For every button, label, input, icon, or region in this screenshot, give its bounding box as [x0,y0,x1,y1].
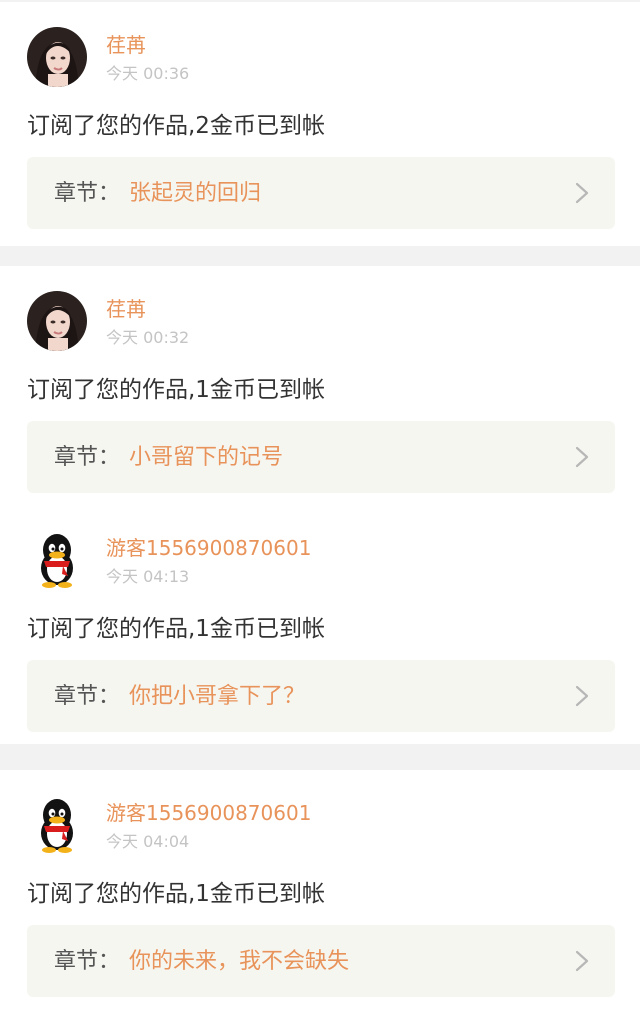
chapter-link[interactable]: 章节： 小哥留下的记号 [27,421,615,493]
chevron-right-icon [575,685,589,707]
chapter-prefix: 章节： [54,445,121,470]
timestamp: 今天 04:04 [106,832,190,851]
user-avatar[interactable] [27,795,87,855]
chapter-title: 张起灵的回归 [129,181,262,206]
user-avatar[interactable] [27,530,87,590]
chapter-title: 小哥留下的记号 [129,445,284,470]
chapter-prefix: 章节： [54,684,121,709]
subscription-message: 订阅了您的作品,1金币已到帐 [27,616,325,642]
timestamp: 今天 00:36 [106,64,190,83]
timestamp: 今天 04:13 [106,567,190,586]
subscription-message: 订阅了您的作品,1金币已到帐 [27,881,325,907]
female-portrait-icon [27,27,87,87]
chapter-link[interactable]: 章节： 你把小哥拿下了？ [27,660,615,732]
subscription-notification-feed: 荏苒 今天 00:36 订阅了您的作品,2金币已到帐 章节： 张起灵的回归 荏苒… [0,0,640,1023]
chapter-title: 你的未来，我不会缺失 [129,949,350,974]
female-portrait-icon [27,291,87,351]
user-avatar[interactable] [27,27,87,87]
chevron-right-icon [575,446,589,468]
chevron-right-icon [575,182,589,204]
chapter-prefix: 章节： [54,181,121,206]
timestamp: 今天 00:32 [106,328,190,347]
qq-penguin-icon [27,795,87,855]
user-avatar[interactable] [27,291,87,351]
chevron-right-icon [575,950,589,972]
subscription-message: 订阅了您的作品,1金币已到帐 [27,377,325,403]
chapter-link[interactable]: 章节： 张起灵的回归 [27,157,615,229]
username[interactable]: 荏苒 [106,296,146,322]
qq-penguin-icon [27,530,87,590]
subscription-message: 订阅了您的作品,2金币已到帐 [27,113,325,139]
chapter-link[interactable]: 章节： 你的未来，我不会缺失 [27,925,615,997]
chapter-prefix: 章节： [54,949,121,974]
username[interactable]: 游客1556900870601 [106,800,311,826]
chapter-title: 你把小哥拿下了？ [129,684,306,709]
username[interactable]: 游客1556900870601 [106,535,311,561]
username[interactable]: 荏苒 [106,32,146,58]
